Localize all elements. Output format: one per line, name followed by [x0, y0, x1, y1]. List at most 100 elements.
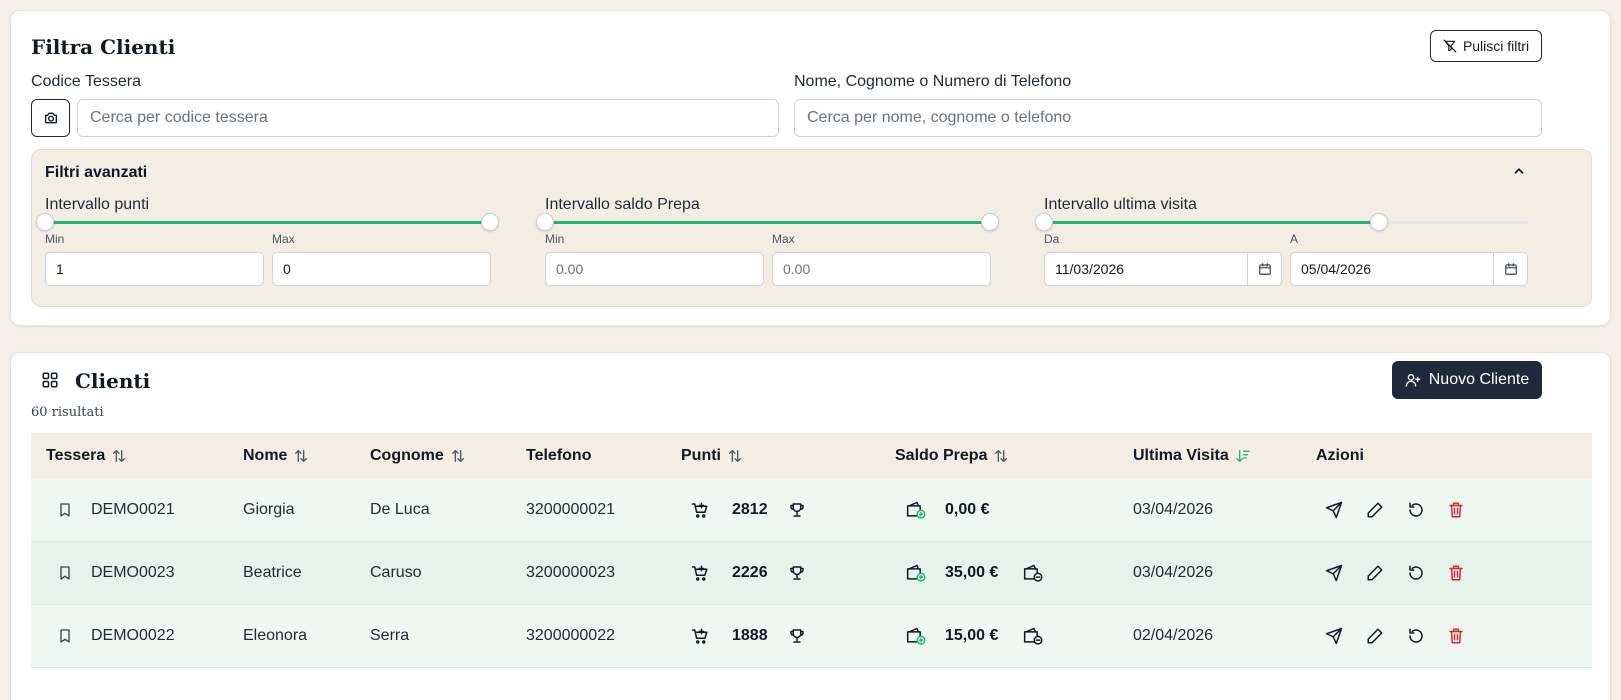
send-icon[interactable] [1325, 627, 1343, 645]
clear-filters-button[interactable]: Pulisci filtri [1430, 30, 1542, 62]
last-visit-to-handle[interactable] [1370, 213, 1388, 231]
cell-prepaid: 35,00 € [945, 564, 999, 581]
table-row[interactable]: DEMO0023 Beatrice Caruso 3200000023 2226… [31, 542, 1592, 605]
column-card-label: Tessera [46, 447, 106, 464]
last-visit-range-fill [1044, 221, 1379, 224]
table-row[interactable]: DEMO0021 Giorgia De Luca 3200000021 2812… [31, 479, 1592, 542]
reset-icon[interactable] [1407, 501, 1425, 519]
send-icon[interactable] [1325, 501, 1343, 519]
points-max-input[interactable] [272, 252, 491, 286]
cart-plus-icon[interactable] [691, 564, 709, 582]
wallet-minus-icon[interactable] [1022, 626, 1044, 646]
bookmark-icon[interactable] [57, 628, 73, 644]
column-phone-label: Telefono [526, 447, 592, 464]
points-max-handle[interactable] [481, 213, 499, 231]
cell-name: Giorgia [243, 501, 295, 518]
table-body: DEMO0021 Giorgia De Luca 3200000021 2812… [31, 479, 1592, 668]
prepaid-range-label: Intervallo saldo Prepa [545, 196, 700, 213]
sort-icon[interactable] [111, 448, 127, 464]
column-last-visit[interactable]: Ultima Visita [1133, 433, 1251, 479]
filter-off-icon [1443, 39, 1457, 53]
card-code-input[interactable] [77, 99, 779, 137]
wallet-plus-icon[interactable] [905, 626, 927, 646]
prepaid-min-handle[interactable] [536, 213, 554, 231]
points-action-cell [788, 542, 806, 604]
clear-filters-label: Pulisci filtri [1462, 38, 1530, 54]
column-points[interactable]: Punti [681, 433, 743, 479]
points-min-label: Min [45, 232, 65, 246]
points-max-label: Max [272, 232, 295, 246]
clients-table: Tessera Nome Cognome Telefono Punti Sald… [31, 433, 1592, 668]
reset-icon[interactable] [1407, 627, 1425, 645]
last-visit-range-slider[interactable] [1035, 213, 1528, 231]
cart-plus-icon[interactable] [691, 501, 709, 519]
points-range-slider[interactable] [36, 213, 499, 231]
points-min-input[interactable] [45, 252, 264, 286]
sort-icon[interactable] [293, 448, 309, 464]
prepaid-min-label: Min [545, 232, 565, 246]
wallet-plus-icon[interactable] [905, 500, 927, 520]
column-prepaid[interactable]: Saldo Prepa [895, 433, 1009, 479]
table-row[interactable]: DEMO0022 Eleonora Serra 3200000022 1888 … [31, 605, 1592, 668]
last-visit-from-input[interactable]: 11/03/2026 [1044, 252, 1282, 286]
cell-last-visit: 03/04/2026 [1133, 564, 1214, 581]
cell-card: DEMO0022 [91, 627, 175, 644]
sort-descending-icon[interactable] [1235, 448, 1251, 464]
cell-prepaid: 0,00 € [945, 501, 990, 518]
last-visit-from-value: 11/03/2026 [1055, 261, 1125, 277]
calendar-icon[interactable] [1493, 253, 1527, 285]
cell-phone: 3200000021 [526, 501, 615, 518]
points-min-handle[interactable] [36, 213, 54, 231]
pencil-icon[interactable] [1366, 564, 1384, 582]
prepaid-range-slider[interactable] [536, 213, 999, 231]
pencil-icon[interactable] [1366, 627, 1384, 645]
trophy-icon[interactable] [788, 627, 806, 645]
trash-icon[interactable] [1447, 501, 1465, 519]
cart-plus-icon[interactable] [691, 627, 709, 645]
chevron-up-icon[interactable] [1512, 164, 1526, 178]
column-name[interactable]: Nome [243, 433, 309, 479]
last-visit-to-input[interactable]: 05/04/2026 [1290, 252, 1528, 286]
sort-icon[interactable] [727, 448, 743, 464]
trash-icon[interactable] [1447, 627, 1465, 645]
withdraw-cell [1022, 542, 1044, 604]
calendar-icon[interactable] [1247, 253, 1281, 285]
sort-icon[interactable] [993, 448, 1009, 464]
prepaid-min-input[interactable] [545, 252, 764, 286]
column-surname-label: Cognome [370, 447, 444, 464]
pencil-icon[interactable] [1366, 501, 1384, 519]
wallet-minus-icon[interactable] [1022, 563, 1044, 583]
cell-card: DEMO0021 [91, 501, 175, 518]
column-name-label: Nome [243, 447, 288, 464]
prepaid-max-input[interactable] [772, 252, 991, 286]
cell-last-visit: 02/04/2026 [1133, 627, 1214, 644]
last-visit-to-label: A [1290, 232, 1299, 246]
table-header: Tessera Nome Cognome Telefono Punti Sald… [31, 433, 1592, 479]
cell-surname: De Luca [370, 501, 430, 518]
wallet-plus-icon[interactable] [905, 563, 927, 583]
cell-surname: Serra [370, 627, 410, 644]
cell-phone: 3200000023 [526, 564, 615, 581]
trophy-icon[interactable] [788, 501, 806, 519]
prepaid-max-label: Max [772, 232, 795, 246]
last-visit-from-handle[interactable] [1035, 213, 1053, 231]
camera-icon [43, 110, 59, 126]
new-client-button[interactable]: Nuovo Cliente [1392, 361, 1542, 399]
column-card[interactable]: Tessera [46, 433, 127, 479]
column-surname[interactable]: Cognome [370, 433, 466, 479]
send-icon[interactable] [1325, 564, 1343, 582]
prepaid-max-handle[interactable] [981, 213, 999, 231]
user-plus-icon [1405, 372, 1421, 388]
advanced-filters-title: Filtri avanzati [45, 164, 148, 181]
trophy-icon[interactable] [788, 564, 806, 582]
name-search-input[interactable] [794, 99, 1542, 137]
advanced-filters-panel: Filtri avanzati Intervallo punti Min Max… [31, 149, 1592, 307]
sort-icon[interactable] [450, 448, 466, 464]
column-actions-label: Azioni [1316, 447, 1364, 464]
bookmark-icon[interactable] [57, 565, 73, 581]
reset-icon[interactable] [1407, 564, 1425, 582]
column-prepaid-label: Saldo Prepa [895, 447, 988, 464]
bookmark-icon[interactable] [57, 502, 73, 518]
scan-card-button[interactable] [31, 99, 70, 137]
trash-icon[interactable] [1447, 564, 1465, 582]
